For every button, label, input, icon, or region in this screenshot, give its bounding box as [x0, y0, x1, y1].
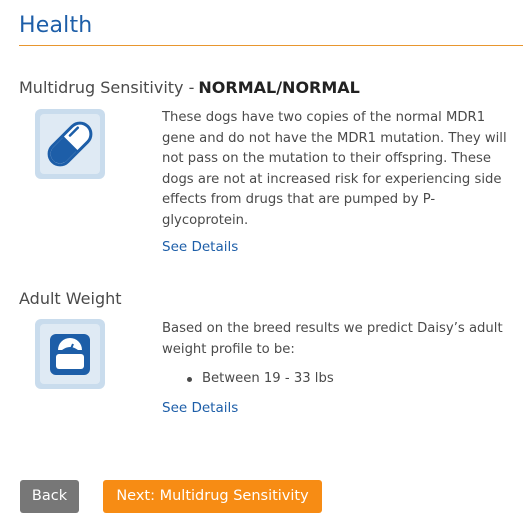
- title-divider: [19, 45, 523, 46]
- weight-scale-icon: [35, 319, 105, 389]
- page-title: Health: [19, 13, 93, 38]
- mdr1-see-details-link[interactable]: See Details: [162, 239, 238, 255]
- next-button[interactable]: Next: Multidrug Sensitivity: [103, 480, 322, 513]
- weight-range-item: Between 19 - 33 lbs: [162, 369, 334, 389]
- weight-range-list: Between 19 - 33 lbs: [162, 369, 334, 389]
- back-button[interactable]: Back: [20, 480, 79, 513]
- adult-weight-description: Based on the breed results we predict Da…: [162, 321, 503, 357]
- adult-weight-section-heading: Adult Weight: [19, 289, 122, 308]
- adult-weight-see-details-link[interactable]: See Details: [162, 400, 238, 416]
- mdr1-result: NORMAL/NORMAL: [198, 78, 360, 97]
- mdr1-section-heading: Multidrug Sensitivity - NORMAL/NORMAL: [19, 78, 360, 97]
- mdr1-description: These dogs have two copies of the normal…: [162, 110, 507, 228]
- pill-capsule-icon: [35, 109, 105, 179]
- mdr1-heading-label: Multidrug Sensitivity -: [19, 78, 195, 97]
